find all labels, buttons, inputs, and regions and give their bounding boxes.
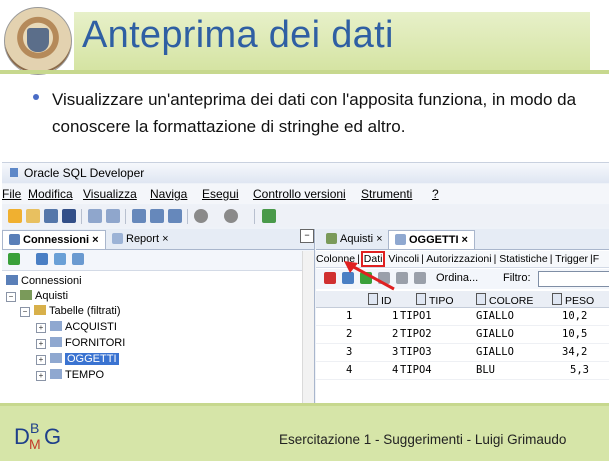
svg-text:B: B bbox=[30, 420, 39, 436]
save-icon[interactable] bbox=[44, 209, 58, 223]
table-icon bbox=[50, 353, 62, 363]
column-icon bbox=[552, 293, 562, 305]
menu-file[interactable]: File bbox=[2, 187, 21, 201]
tree-table-fornitori[interactable]: + FORNITORI bbox=[36, 335, 125, 351]
filter-label: Filtro: bbox=[503, 272, 531, 284]
column-icon bbox=[476, 293, 486, 305]
tree-table-oggetti[interactable]: + OGGETTI bbox=[36, 351, 119, 367]
subtab-statistiche[interactable]: Statistiche bbox=[499, 253, 547, 265]
grid-header: ID TIPO COLORE PESO bbox=[316, 291, 609, 308]
table-row[interactable]: 2 2 TIPO2 GIALLO 10,5 bbox=[316, 326, 609, 344]
sql-developer-screenshot: Oracle SQL Developer File Modifica Visua… bbox=[2, 162, 609, 403]
rollback-icon[interactable] bbox=[414, 272, 426, 284]
tree-tables-folder[interactable]: − Tabelle (filtrati) bbox=[20, 303, 121, 319]
subtab-autorizzazioni[interactable]: Autorizzazioni bbox=[426, 253, 491, 265]
table-editor-panel: Aquisti × OGGETTI × Colonne | Dati Vincol… bbox=[316, 229, 609, 403]
university-seal-logo bbox=[4, 7, 72, 75]
title-divider bbox=[0, 70, 609, 74]
menu-modifica[interactable]: Modifica bbox=[28, 187, 73, 201]
database-icon bbox=[20, 290, 32, 300]
connections-icon bbox=[6, 275, 18, 285]
tab-connessioni[interactable]: Connessioni × bbox=[2, 230, 106, 249]
minimize-panel-button[interactable]: − bbox=[300, 229, 314, 243]
svg-text:G: G bbox=[44, 424, 61, 449]
key-icon bbox=[368, 293, 378, 305]
redo-icon[interactable] bbox=[106, 209, 120, 223]
new-icon[interactable] bbox=[8, 209, 22, 223]
back-icon[interactable] bbox=[194, 209, 208, 223]
add-connection-icon[interactable] bbox=[8, 253, 20, 265]
tree-table-tempo[interactable]: + TEMPO bbox=[36, 367, 104, 383]
menu-help[interactable]: ? bbox=[432, 187, 439, 201]
table-row[interactable]: 3 3 TIPO3 GIALLO 34,2 bbox=[316, 344, 609, 362]
freeze-pin-icon[interactable] bbox=[324, 272, 336, 284]
menu-naviga[interactable]: Naviga bbox=[150, 187, 187, 201]
highlight-arrow-icon bbox=[344, 261, 395, 291]
tab-aquisti[interactable]: Aquisti × bbox=[320, 230, 389, 248]
table-icon bbox=[395, 234, 406, 245]
filter-icon[interactable] bbox=[54, 253, 66, 265]
app-icon bbox=[10, 168, 18, 177]
connections-panel: Connessioni × Report × Connessioni − Aqui… bbox=[2, 229, 315, 403]
column-icon bbox=[416, 293, 426, 305]
window-title: Oracle SQL Developer bbox=[24, 166, 145, 180]
svg-text:D: D bbox=[14, 424, 30, 449]
menu-visualizza[interactable]: Visualizza bbox=[83, 187, 137, 201]
table-icon bbox=[50, 369, 62, 379]
bullet-text: Visualizzare un'anteprima dei dati con l… bbox=[52, 90, 577, 136]
slide-title: Anteprima dei dati bbox=[82, 14, 394, 56]
sql-worksheet-icon[interactable] bbox=[262, 209, 276, 223]
dbmg-logo: D B M G bbox=[14, 420, 61, 452]
col-header-tipo[interactable]: TIPO bbox=[416, 293, 454, 307]
footer-text: Esercitazione 1 - Suggerimenti - Luigi G… bbox=[279, 432, 567, 447]
paste-icon[interactable] bbox=[168, 209, 182, 223]
folder-icon bbox=[34, 305, 46, 315]
refresh-icon[interactable] bbox=[36, 253, 48, 265]
connections-toolbar bbox=[2, 250, 314, 271]
subtab-f-truncated[interactable]: F bbox=[593, 253, 599, 265]
window-titlebar: Oracle SQL Developer bbox=[2, 163, 609, 183]
tree-connection[interactable]: − Aquisti bbox=[6, 288, 68, 304]
tree-scrollbar[interactable] bbox=[302, 251, 314, 403]
tab-oggetti[interactable]: OGGETTI × bbox=[388, 230, 475, 249]
tree-root[interactable]: Connessioni bbox=[6, 273, 82, 289]
tree-table-acquisti[interactable]: + ACQUISTI bbox=[36, 319, 117, 335]
open-folder-icon[interactable] bbox=[26, 209, 40, 223]
svg-text:M: M bbox=[29, 436, 41, 452]
database-icon bbox=[326, 233, 337, 244]
table-icon bbox=[50, 337, 62, 347]
menu-controllo-versioni[interactable]: Controllo versioni bbox=[253, 187, 346, 201]
col-header-id[interactable]: ID bbox=[368, 293, 392, 307]
table-row[interactable]: 1 1 TIPO1 GIALLO 10,2 bbox=[316, 308, 609, 326]
forward-icon[interactable] bbox=[224, 209, 238, 223]
report-icon bbox=[112, 233, 123, 244]
cut-icon[interactable] bbox=[132, 209, 146, 223]
save-all-icon[interactable] bbox=[62, 209, 76, 223]
sort-button[interactable]: Ordina... bbox=[436, 272, 478, 284]
table-icon bbox=[50, 321, 62, 331]
left-tabbar: Connessioni × Report × bbox=[2, 229, 314, 250]
undo-icon[interactable] bbox=[88, 209, 102, 223]
tab-report[interactable]: Report × bbox=[106, 230, 175, 248]
slide: Anteprima dei dati Visualizzare un'antep… bbox=[0, 0, 609, 461]
menu-strumenti[interactable]: Strumenti bbox=[361, 187, 412, 201]
menu-esegui[interactable]: Esegui bbox=[202, 187, 239, 201]
table-row[interactable]: 4 4 TIPO4 BLU 5,3 bbox=[316, 362, 609, 380]
schema-browser-icon[interactable] bbox=[72, 253, 84, 265]
connections-icon bbox=[9, 234, 20, 245]
filter-input[interactable] bbox=[538, 271, 609, 287]
bullet-dot-icon bbox=[33, 94, 39, 100]
copy-icon[interactable] bbox=[150, 209, 164, 223]
main-toolbar bbox=[2, 205, 609, 227]
subtab-trigger[interactable]: Trigger bbox=[555, 253, 588, 265]
col-header-peso[interactable]: PESO bbox=[552, 293, 594, 307]
editor-tabbar: Aquisti × OGGETTI × bbox=[316, 229, 609, 250]
col-header-colore[interactable]: COLORE bbox=[476, 293, 533, 307]
menubar: File Modifica Visualizza Naviga Esegui C… bbox=[2, 184, 609, 204]
